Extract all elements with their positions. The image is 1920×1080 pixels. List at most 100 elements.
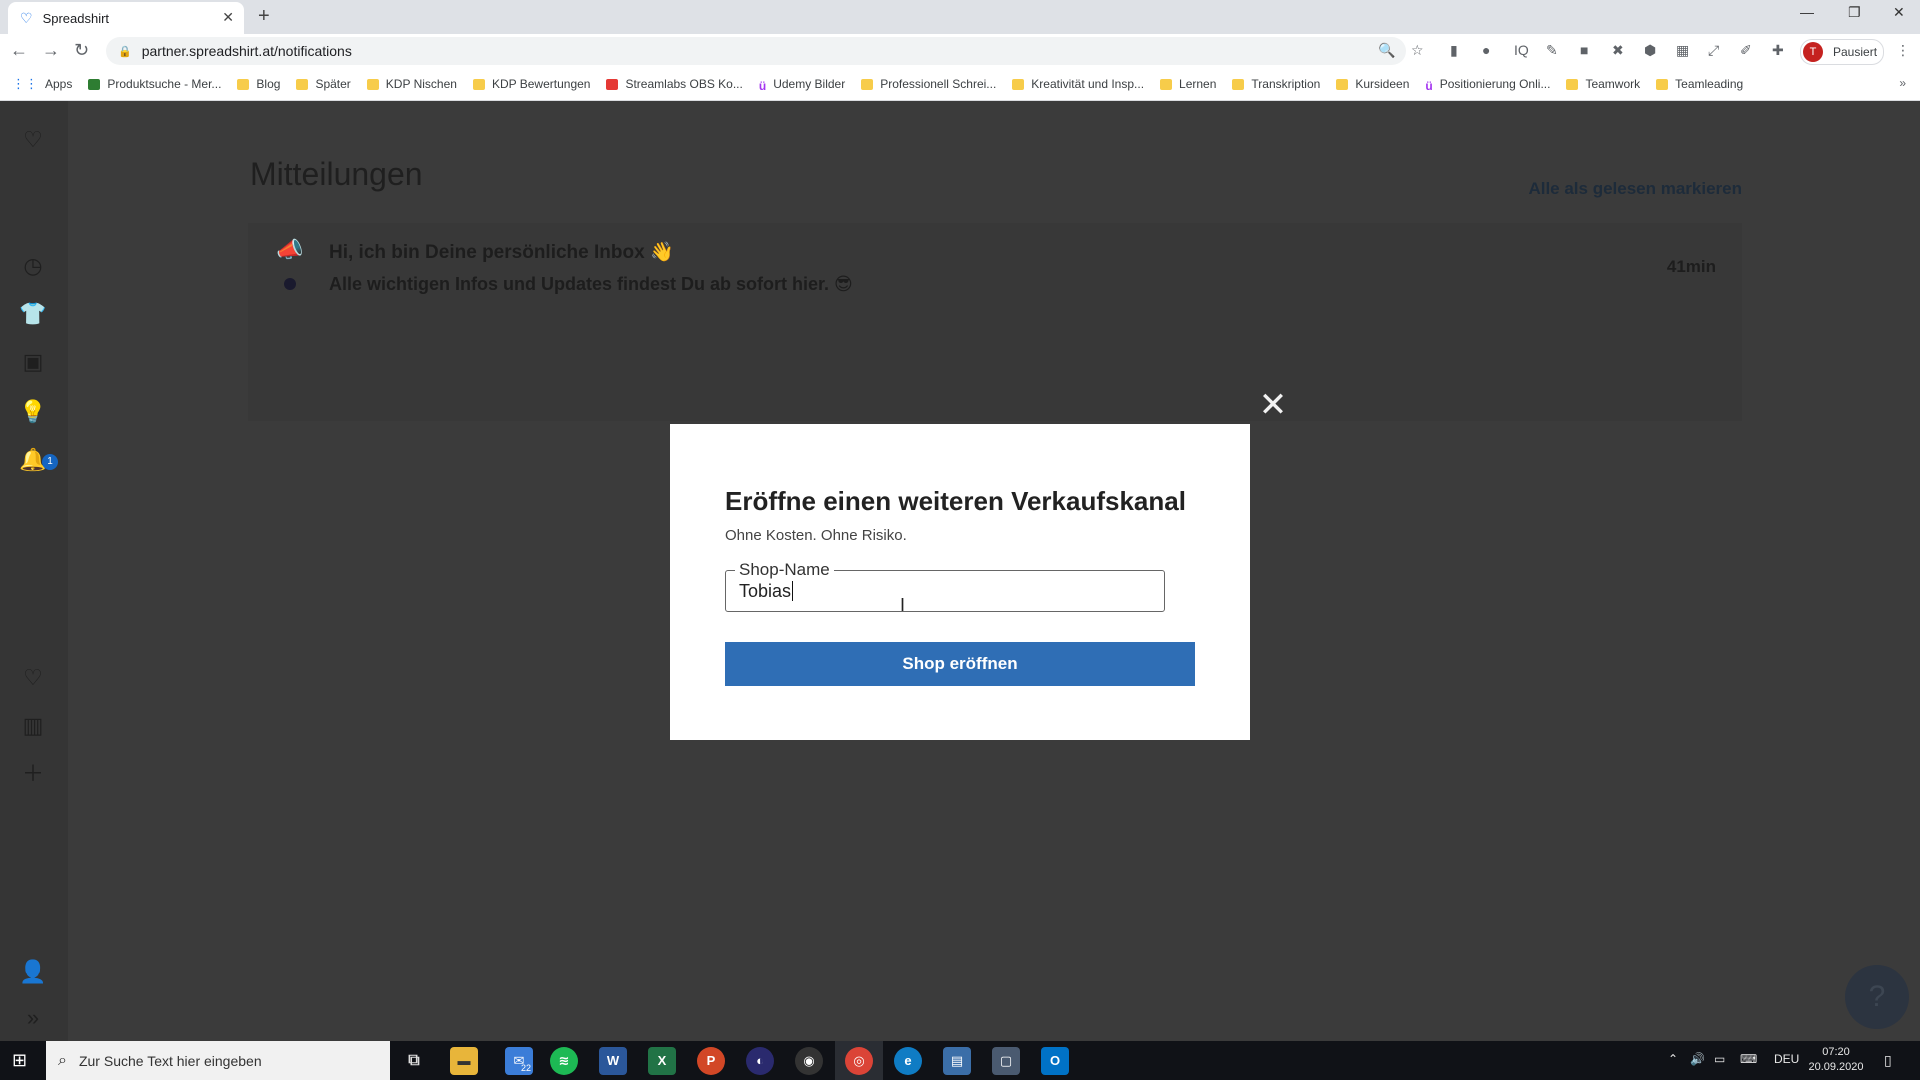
profile-button[interactable]: T Pausiert bbox=[1800, 39, 1884, 65]
bookmark-kreativitaet[interactable]: Kreativität und Insp... bbox=[1012, 77, 1144, 91]
bookmark-produktsuche[interactable]: Produktsuche - Mer... bbox=[88, 77, 221, 91]
minimize-icon[interactable]: — bbox=[1800, 4, 1814, 20]
network-icon[interactable]: ▭ bbox=[1714, 1052, 1725, 1066]
document-app-icon[interactable]: ▢ bbox=[992, 1047, 1020, 1075]
outlook-icon[interactable]: O bbox=[1041, 1047, 1069, 1075]
notification-title: Hi, ich bin Deine persönliche Inbox 👋 bbox=[329, 242, 674, 263]
forward-icon[interactable]: → bbox=[42, 40, 60, 61]
bookmark-lernen[interactable]: Lernen bbox=[1160, 77, 1216, 91]
shop-name-input[interactable]: Tobias bbox=[739, 581, 794, 601]
lock-icon: 🔒 bbox=[118, 45, 132, 58]
eyedropper-icon[interactable]: ✐ bbox=[1740, 42, 1752, 59]
browser-tab-bar: ♡ Spreadshirt ✕ + — ❐ ✕ bbox=[0, 0, 1920, 34]
extension-7-icon[interactable]: ⤢ bbox=[1708, 42, 1719, 59]
excel-icon[interactable]: X bbox=[648, 1047, 676, 1075]
extension-1-icon[interactable]: ▮ bbox=[1450, 42, 1458, 59]
obs-icon[interactable]: ◉ bbox=[795, 1047, 823, 1075]
extension-iq-icon[interactable]: IQ bbox=[1514, 42, 1529, 58]
bookmark-teamleading[interactable]: Teamleading bbox=[1656, 77, 1743, 91]
bookmark-teamwork[interactable]: Teamwork bbox=[1566, 77, 1640, 91]
folder-icon bbox=[472, 78, 485, 90]
open-shop-button[interactable]: Shop eröffnen bbox=[725, 642, 1195, 686]
address-bar[interactable]: 🔒 partner.spreadshirt.at/notifications bbox=[106, 37, 1406, 65]
lightbulb-icon[interactable]: 💡 bbox=[18, 397, 48, 427]
bookmark-streamlabs[interactable]: Streamlabs OBS Ko... bbox=[606, 77, 743, 91]
modal-subtitle: Ohne Kosten. Ohne Risiko. bbox=[725, 527, 907, 544]
mark-all-read-link[interactable]: Alle als gelesen markieren bbox=[1500, 179, 1742, 199]
back-icon[interactable]: ← bbox=[10, 40, 28, 61]
modal-close-icon[interactable]: ✕ bbox=[1256, 388, 1290, 422]
clock-time: 07:20 bbox=[1822, 1046, 1850, 1058]
notification-card[interactable]: 📣 Hi, ich bin Deine persönliche Inbox 👋 … bbox=[248, 223, 1742, 421]
clock-date: 20.09.2020 bbox=[1808, 1061, 1864, 1073]
expand-sidebar-icon[interactable]: » bbox=[18, 1003, 48, 1033]
bookmark-udemy-bilder[interactable]: ü Udemy Bilder bbox=[758, 77, 845, 93]
app-window-icon[interactable]: ▤ bbox=[943, 1047, 971, 1075]
udemy-icon: ü bbox=[758, 78, 767, 93]
bookmark-spaeter[interactable]: Später bbox=[296, 77, 351, 91]
shop-icon[interactable]: ▥ bbox=[18, 711, 48, 741]
keyboard-icon[interactable]: ⌨ bbox=[1740, 1052, 1757, 1066]
shop-name-field[interactable]: Shop-Name Tobias bbox=[725, 560, 1165, 612]
bookmark-kdp-bewertungen[interactable]: KDP Bewertungen bbox=[472, 77, 590, 91]
dashboard-icon[interactable]: ◷ bbox=[18, 251, 48, 281]
tshirt-icon[interactable]: 👕 bbox=[18, 299, 48, 329]
bookmark-transkription[interactable]: Transkription bbox=[1232, 77, 1320, 91]
volume-icon[interactable]: 🔊 bbox=[1690, 1052, 1705, 1066]
clock[interactable]: 07:20 20.09.2020 bbox=[1808, 1045, 1864, 1075]
notification-center-icon[interactable]: ▯ bbox=[1884, 1052, 1892, 1069]
zoom-icon[interactable]: 🔍 bbox=[1378, 42, 1395, 59]
tray-overflow-icon[interactable]: ⌃ bbox=[1668, 1052, 1678, 1066]
add-shop-icon[interactable]: ＋ bbox=[18, 759, 48, 789]
language-indicator[interactable]: DEU bbox=[1774, 1052, 1799, 1066]
extension-4-icon[interactable]: ■ bbox=[1580, 42, 1588, 58]
bookmark-kdp-nischen[interactable]: KDP Nischen bbox=[366, 77, 457, 91]
bookmark-apps[interactable]: ⋮⋮ Apps bbox=[12, 76, 72, 92]
spreadshirt-favicon-icon: ♡ bbox=[20, 9, 33, 26]
presentation-icon[interactable]: ▣ bbox=[18, 347, 48, 377]
windows-start-icon[interactable]: ⊞ bbox=[12, 1050, 27, 1071]
task-view-icon[interactable]: ⧉ bbox=[400, 1047, 428, 1075]
bookmark-star-icon[interactable]: ☆ bbox=[1411, 42, 1424, 59]
folder-icon bbox=[1232, 78, 1245, 90]
notification-badge: 1 bbox=[42, 454, 58, 470]
adblock-icon[interactable]: ⬢ bbox=[1644, 42, 1656, 59]
extensions-puzzle-icon[interactable]: ✚ bbox=[1772, 42, 1784, 59]
bookmarks-bar: ⋮⋮ Apps Produktsuche - Mer... Blog Späte… bbox=[0, 68, 1920, 101]
bookmark-green-icon bbox=[88, 78, 101, 90]
folder-icon bbox=[366, 78, 379, 90]
browser-tab[interactable]: ♡ Spreadshirt ✕ bbox=[8, 2, 244, 34]
extension-6-icon[interactable]: ▦ bbox=[1676, 42, 1689, 59]
extension-3-icon[interactable]: ✎ bbox=[1546, 42, 1558, 59]
app-icon[interactable]: ◐ bbox=[746, 1047, 774, 1075]
new-tab-icon[interactable]: + bbox=[258, 5, 270, 28]
mail-badge: 22 bbox=[521, 1063, 532, 1073]
powerpoint-icon[interactable]: P bbox=[697, 1047, 725, 1075]
spotify-icon[interactable]: ≋ bbox=[550, 1047, 578, 1075]
bookmark-kursideen[interactable]: Kursideen bbox=[1336, 77, 1409, 91]
word-icon[interactable]: W bbox=[599, 1047, 627, 1075]
extension-2-icon[interactable]: ● bbox=[1482, 42, 1490, 58]
profile-status: Pausiert bbox=[1833, 45, 1878, 59]
window-close-icon[interactable]: ✕ bbox=[1893, 4, 1905, 21]
bookmark-blog[interactable]: Blog bbox=[237, 77, 280, 91]
url-text: partner.spreadshirt.at/notifications bbox=[141, 43, 352, 59]
account-icon[interactable]: 👤 bbox=[18, 957, 48, 987]
reload-icon[interactable]: ↻ bbox=[74, 40, 89, 61]
tab-close-icon[interactable]: ✕ bbox=[222, 9, 234, 26]
bookmark-professionell[interactable]: Professionell Schrei... bbox=[861, 77, 996, 91]
chrome-icon[interactable]: ◎ bbox=[845, 1047, 873, 1075]
restore-icon[interactable]: ❐ bbox=[1848, 4, 1861, 21]
spreadshirt-logo-icon[interactable]: ♡ bbox=[18, 125, 48, 155]
more-bookmarks-icon[interactable]: » bbox=[1899, 76, 1906, 90]
edge-icon[interactable]: e bbox=[894, 1047, 922, 1075]
bookmark-positionierung[interactable]: ü Positionierung Onli... bbox=[1425, 77, 1550, 93]
extension-5-icon[interactable]: ✖ bbox=[1612, 42, 1624, 59]
folder-icon bbox=[1160, 78, 1173, 90]
folder-icon bbox=[237, 78, 250, 90]
file-explorer-icon[interactable]: ▬ bbox=[450, 1047, 478, 1075]
taskbar-search[interactable]: ⌕ Zur Suche Text hier eingeben bbox=[46, 1041, 390, 1080]
browser-menu-icon[interactable]: ⋮ bbox=[1896, 42, 1910, 59]
heart-shop-icon[interactable]: ♡ bbox=[18, 663, 48, 693]
help-button[interactable]: ? bbox=[1845, 965, 1909, 1029]
